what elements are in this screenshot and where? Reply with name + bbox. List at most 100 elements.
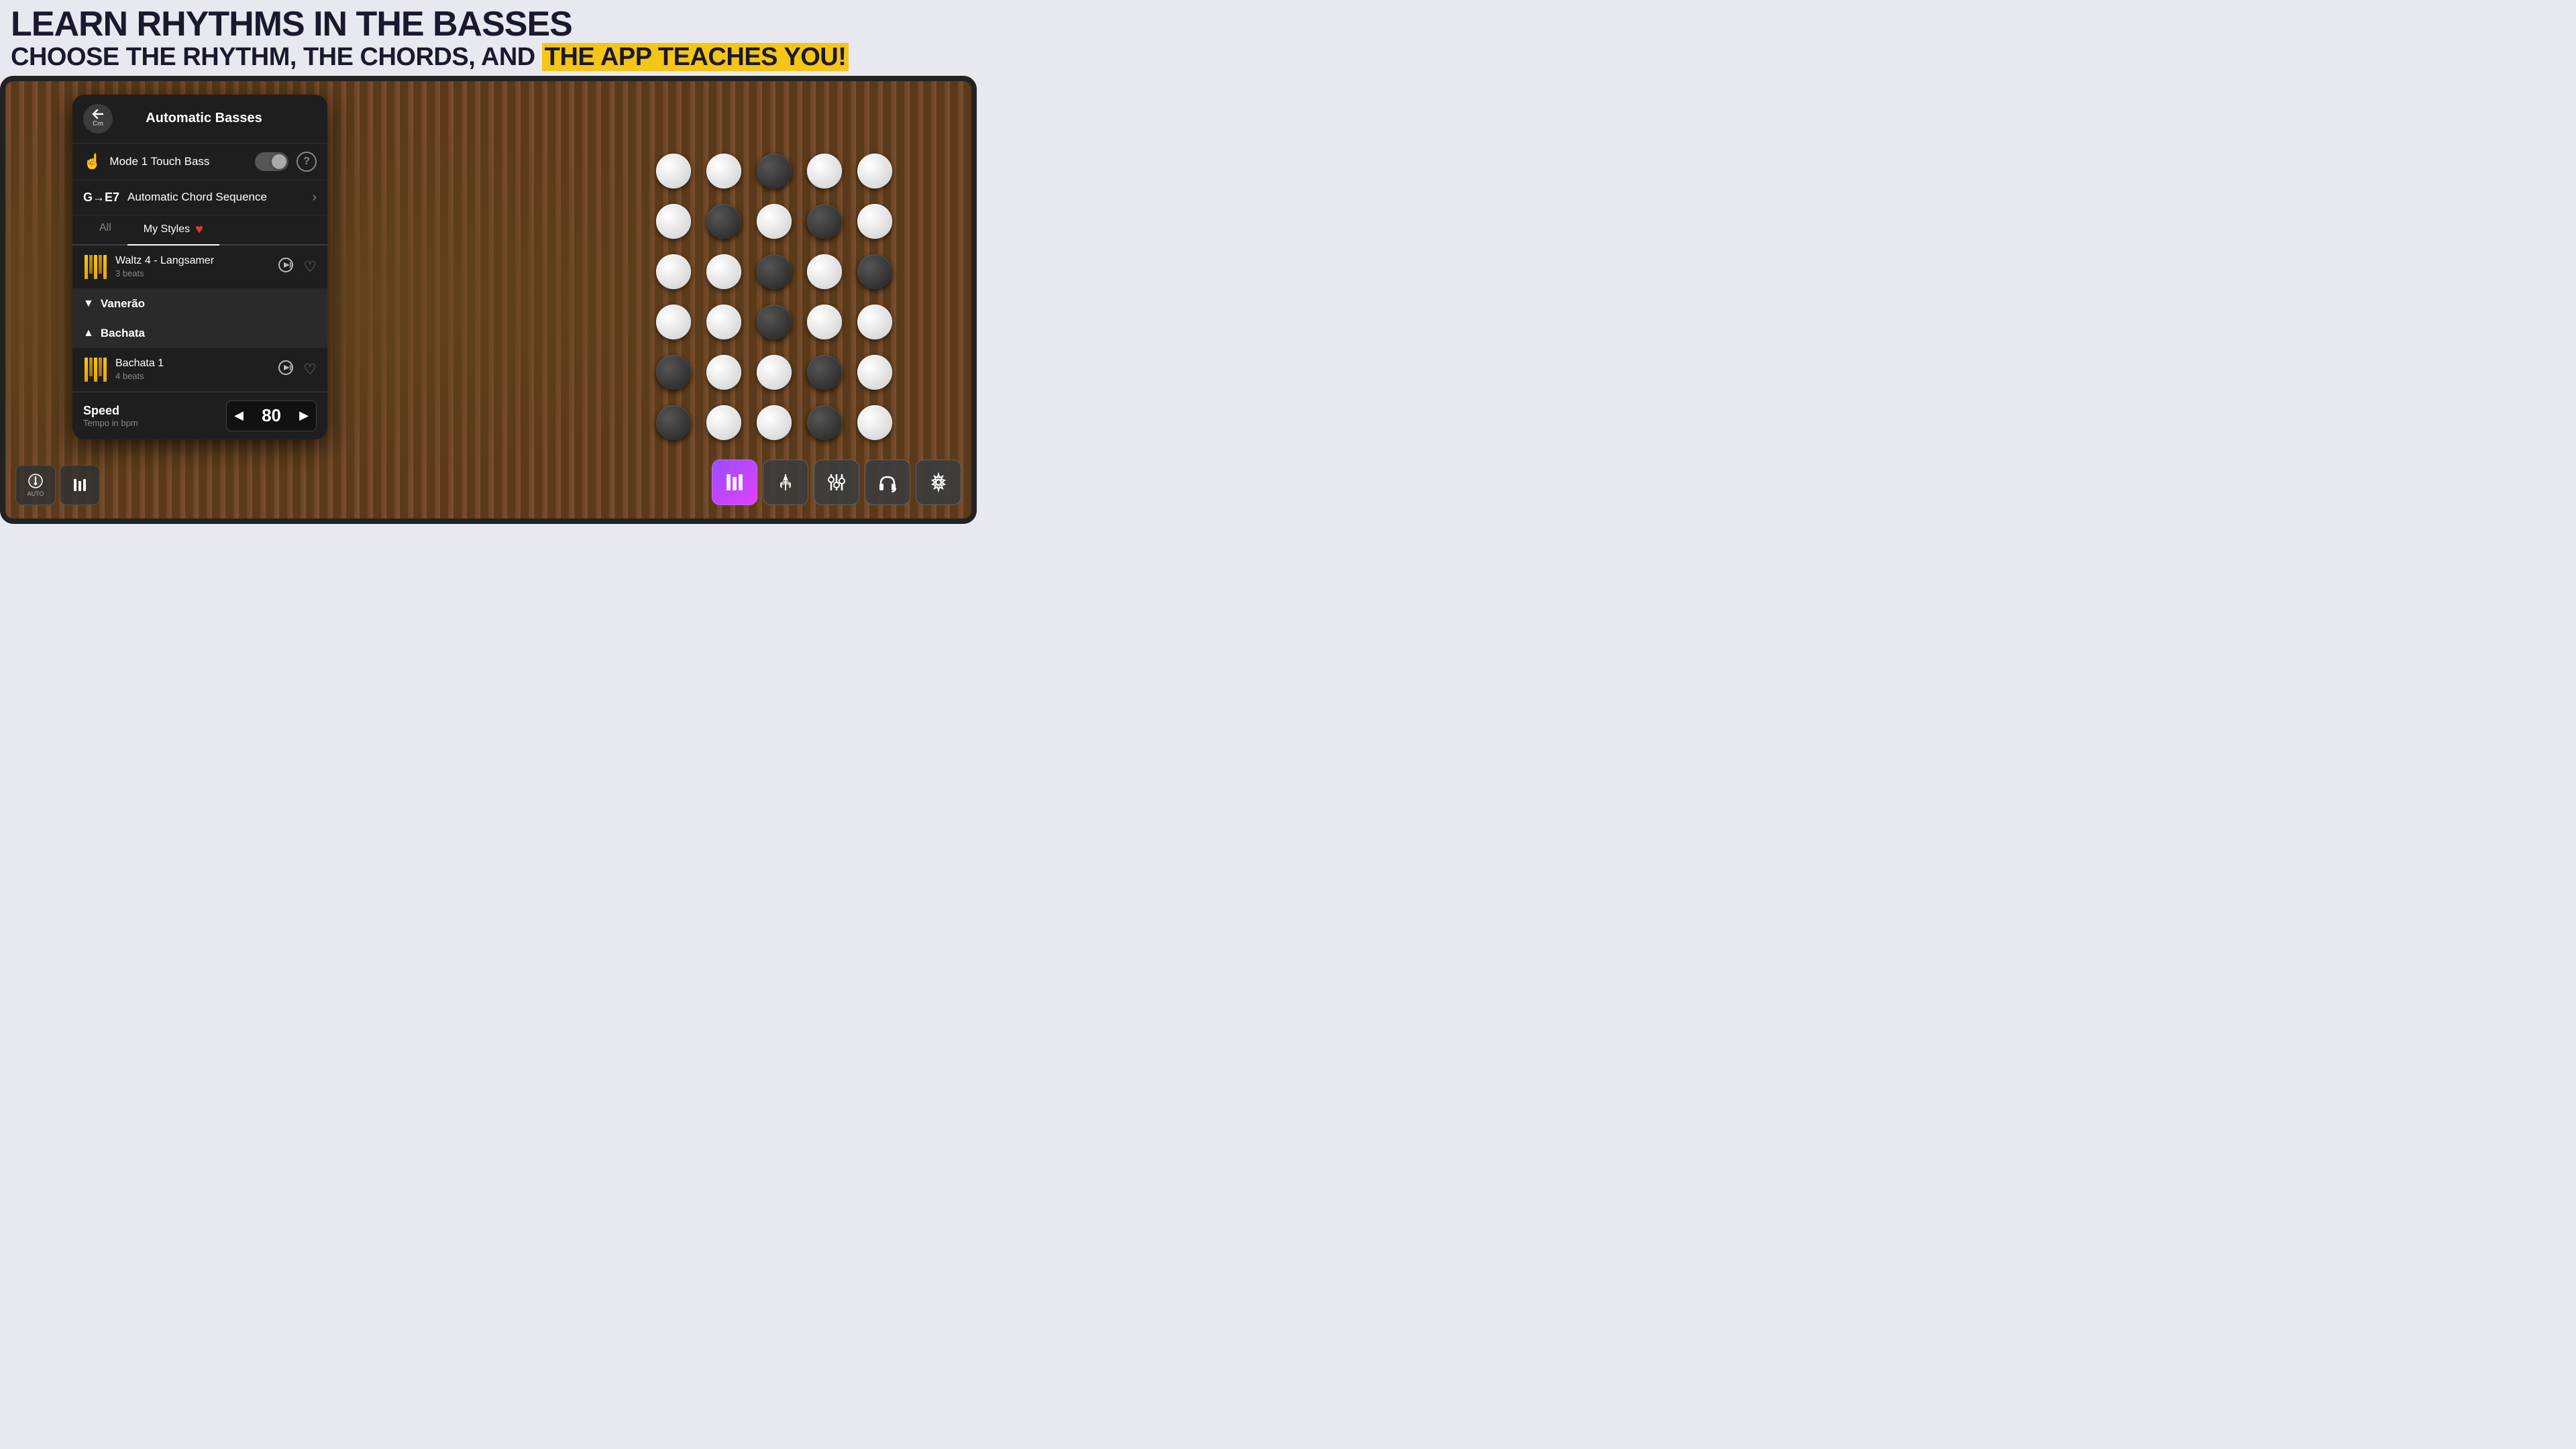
chord-button[interactable] <box>60 465 100 505</box>
bachata1-text: Bachata 1 4 beats <box>115 358 268 381</box>
settings-button[interactable] <box>916 460 961 505</box>
acc-btn-25 <box>857 355 892 390</box>
metronome-icon <box>28 473 44 489</box>
waltz-text: Waltz 4 - Langsamer 3 beats <box>115 255 268 278</box>
bachata1-item[interactable]: Bachata 1 4 beats ♡ <box>72 348 327 392</box>
key-stripe-2 <box>89 255 93 274</box>
acc-btn-23 <box>757 355 792 390</box>
rocket-icon <box>775 472 796 493</box>
acc-btn-27 <box>706 405 741 440</box>
tab-my-styles-label: My Styles <box>144 223 190 235</box>
waltz-actions: ♡ <box>276 257 317 277</box>
bachata-keys-icon <box>85 358 107 382</box>
chord-sequence-label: Automatic Chord Sequence <box>127 191 304 204</box>
acc-btn-15 <box>857 254 892 289</box>
acc-btn-4 <box>807 154 842 189</box>
acc-btn-26 <box>656 405 691 440</box>
bachata-label: Bachata <box>101 327 145 340</box>
key-stripe-5 <box>103 255 107 279</box>
bachata1-preview-button[interactable] <box>276 360 295 380</box>
chord-icon <box>72 477 88 493</box>
bachata-chevron-icon: ▲ <box>83 327 94 339</box>
metronome-label: AUTO <box>28 490 44 497</box>
bpm-value: 80 <box>251 405 292 426</box>
bachata1-subtitle: 4 beats <box>115 371 268 381</box>
back-button[interactable]: Cm <box>83 104 113 133</box>
waltz-preview-button[interactable] <box>276 257 295 277</box>
acc-btn-10 <box>857 204 892 239</box>
acc-btn-19 <box>807 305 842 339</box>
acc-btn-14 <box>807 254 842 289</box>
tab-all[interactable]: All <box>83 215 127 244</box>
heart-icon: ♥ <box>195 222 203 237</box>
acc-btn-3 <box>757 154 792 189</box>
header-banner: LEARN RHYTHMS IN THE BASSES CHOOSE THE R… <box>0 0 977 76</box>
speed-label: Speed <box>83 404 218 418</box>
modal-header: Cm Automatic Basses <box>72 95 327 144</box>
rocket-button[interactable] <box>763 460 808 505</box>
bachata1-actions: ♡ <box>276 360 317 380</box>
tab-all-label: All <box>99 222 111 233</box>
vanerão-section[interactable]: ▼ Vanerão <box>72 289 327 319</box>
mode1-toggle[interactable] <box>255 152 288 171</box>
toggle-knob <box>272 154 286 169</box>
acc-btn-17 <box>706 305 741 339</box>
waltz-subtitle: 3 beats <box>115 268 268 278</box>
help-icon: ? <box>303 156 310 168</box>
left-toolbar: AUTO <box>15 465 100 505</box>
header-line2: CHOOSE THE RHYTHM, THE CHORDS, AND THE A… <box>11 44 966 72</box>
acc-btn-28 <box>757 405 792 440</box>
bachata-key-stripe-4 <box>99 358 102 376</box>
modal-panel: Cm Automatic Basses ☝️ Mode 1 Touch Bass… <box>72 95 327 439</box>
waltz-item[interactable]: Waltz 4 - Langsamer 3 beats ♡ <box>72 246 327 289</box>
back-arrow-icon <box>92 109 104 119</box>
bachata-key-stripe-5 <box>103 358 107 382</box>
bachata1-favorite-button[interactable]: ♡ <box>303 361 317 378</box>
help-button[interactable]: ? <box>297 152 317 172</box>
header-line2-prefix: CHOOSE THE RHYTHM, THE CHORDS, AND <box>11 43 542 71</box>
acc-btn-16 <box>656 305 691 339</box>
waltz-favorite-button[interactable]: ♡ <box>303 258 317 276</box>
bachata-key-stripe-3 <box>94 358 97 382</box>
waltz-title: Waltz 4 - Langsamer <box>115 255 268 267</box>
app-area: AUTO <box>0 76 977 524</box>
bachata-key-stripe-2 <box>89 358 93 376</box>
touch-bass-icon: ☝️ <box>83 153 101 170</box>
mixer-button[interactable] <box>814 460 859 505</box>
right-toolbar <box>712 460 961 505</box>
mixer-icon <box>826 472 847 493</box>
waltz-icon <box>83 254 107 280</box>
key-label: Cm <box>93 120 103 127</box>
metronome-button[interactable]: AUTO <box>15 465 56 505</box>
bachata-section[interactable]: ▲ Bachata <box>72 319 327 348</box>
chord-sequence-row[interactable]: G→E7 Automatic Chord Sequence › <box>72 180 327 215</box>
tab-my-styles[interactable]: My Styles ♥ <box>127 215 219 244</box>
bpm-increase-button[interactable]: ▶ <box>292 401 316 431</box>
bachata1-icon <box>83 356 107 383</box>
key-stripe-4 <box>99 255 102 274</box>
acc-btn-1 <box>656 154 691 189</box>
acc-btn-18 <box>757 305 792 339</box>
acc-btn-20 <box>857 305 892 339</box>
settings-icon <box>928 472 949 493</box>
accordion-buttons <box>582 81 971 519</box>
bachata-preview-icon <box>276 360 295 376</box>
acc-btn-30 <box>857 405 892 440</box>
speed-sublabel: Tempo in bpm <box>83 418 218 428</box>
acc-btn-11 <box>656 254 691 289</box>
bachata1-title: Bachata 1 <box>115 358 268 370</box>
styles-button[interactable] <box>712 460 757 505</box>
bpm-decrease-button[interactable]: ◀ <box>227 401 251 431</box>
headphones-icon <box>877 472 898 493</box>
modal-title: Automatic Basses <box>121 111 317 126</box>
acc-btn-21 <box>656 355 691 390</box>
acc-btn-22 <box>706 355 741 390</box>
acc-btn-13 <box>757 254 792 289</box>
vanerão-chevron-icon: ▼ <box>83 298 94 310</box>
acc-btn-12 <box>706 254 741 289</box>
key-stripe-3 <box>94 255 97 279</box>
accordion-keys-icon <box>85 255 107 279</box>
styles-icon <box>724 472 745 493</box>
headphones-button[interactable] <box>865 460 910 505</box>
header-line1: LEARN RHYTHMS IN THE BASSES <box>11 5 966 44</box>
